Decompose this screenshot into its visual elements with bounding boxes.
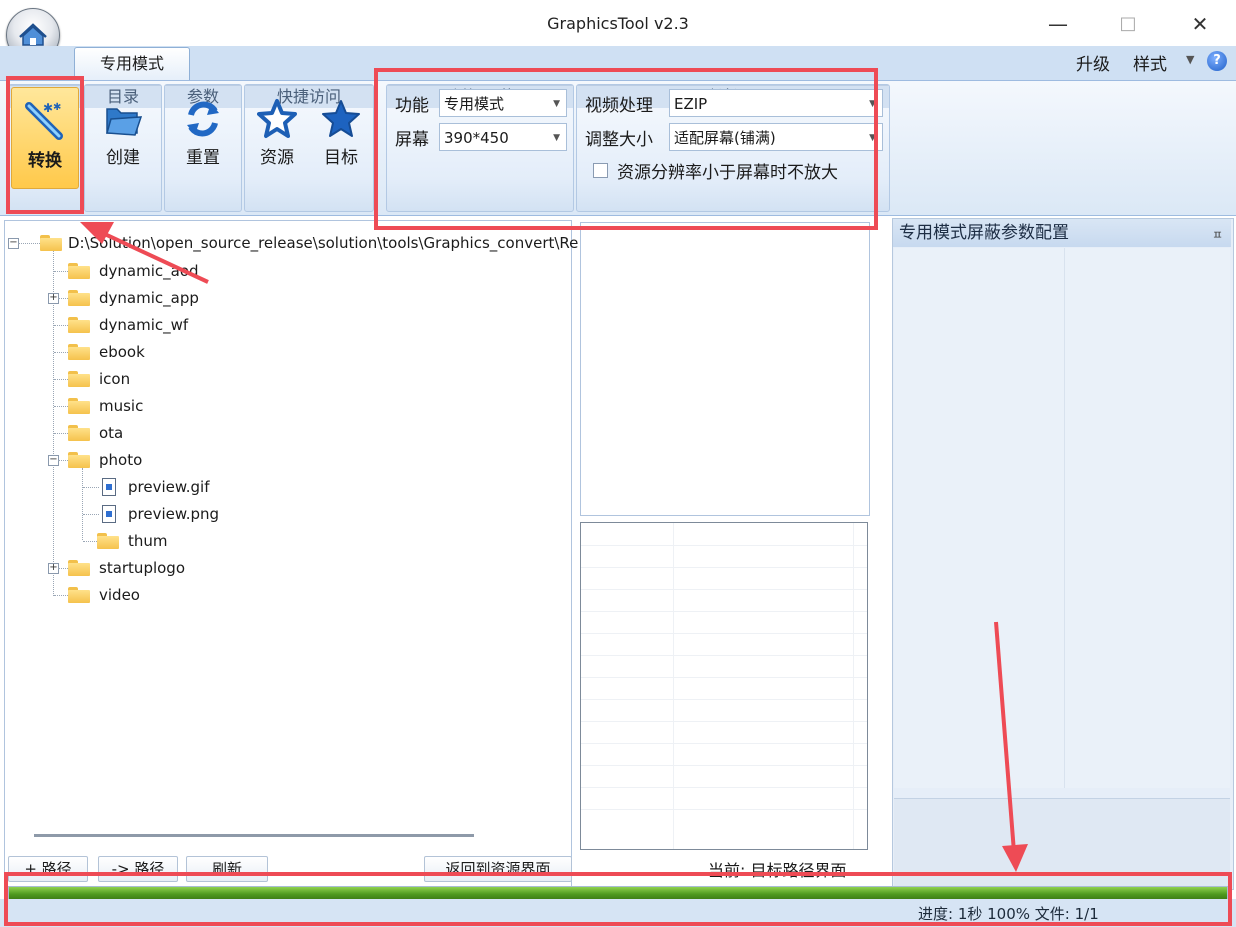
annotation-arrows [80,222,1028,872]
